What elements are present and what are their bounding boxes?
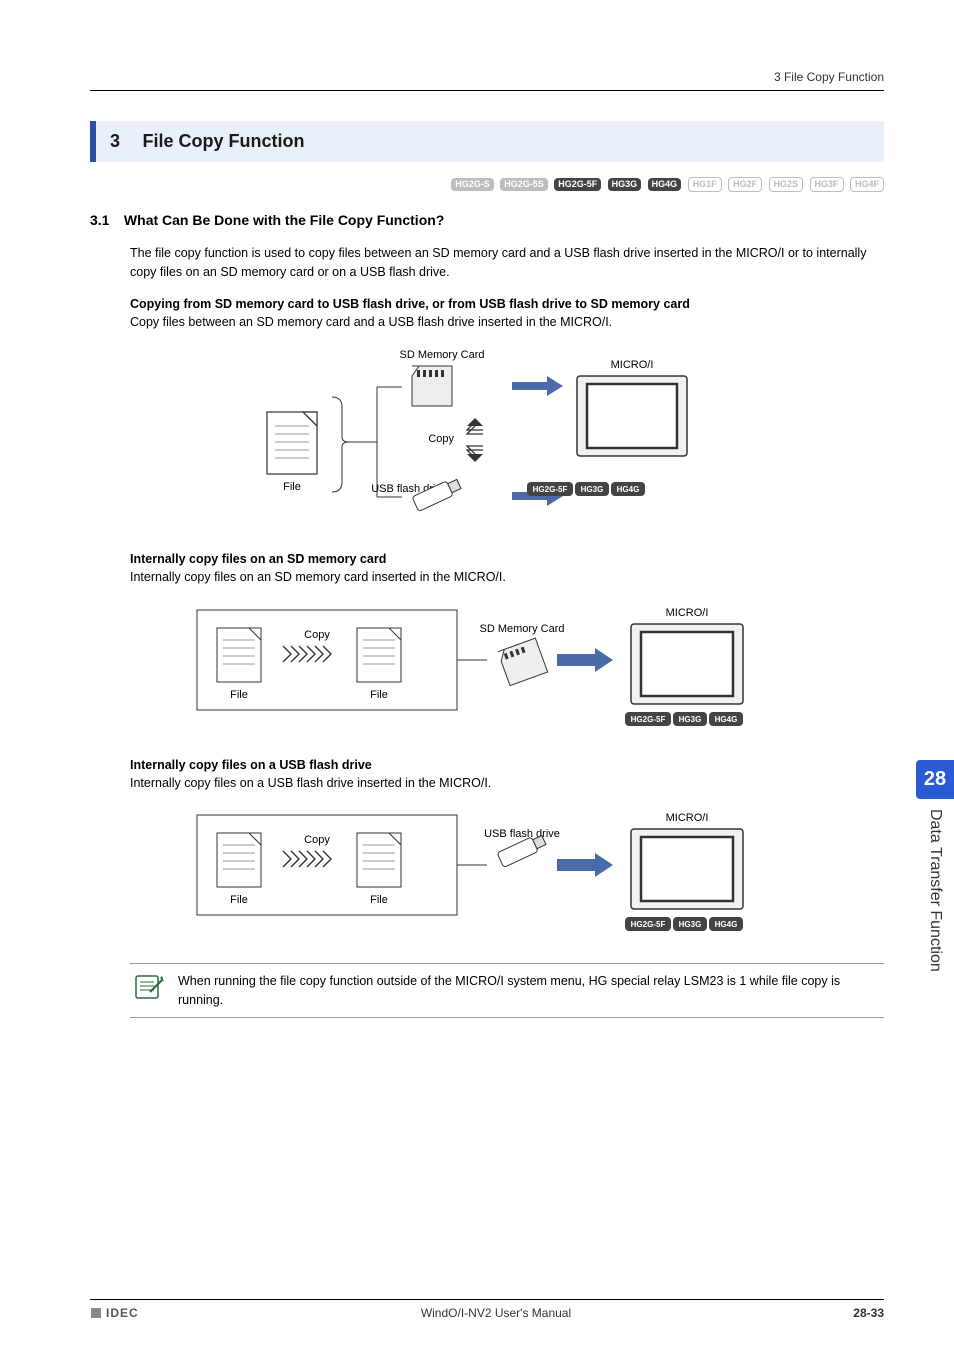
breadcrumb: 3 File Copy Function xyxy=(90,70,884,84)
micro-i-icon xyxy=(631,829,743,909)
micro-i-icon xyxy=(631,624,743,704)
file-icon xyxy=(357,628,401,682)
sd-label: SD Memory Card xyxy=(400,349,485,361)
svg-text:HG2G-5F: HG2G-5F xyxy=(533,485,568,494)
file-icon xyxy=(357,833,401,887)
diagram-usb-internal: File Copy File USB flash drive MICRO/I xyxy=(90,803,884,943)
diagram-sd-internal: File Copy File SD Memory Card M xyxy=(90,598,884,738)
badge-hg2g-5f: HG2G-5F xyxy=(554,178,601,191)
badge-hg4f: HG4F xyxy=(850,177,884,192)
svg-text:HG3G: HG3G xyxy=(581,485,604,494)
subsection-number: 3.1 xyxy=(90,212,109,228)
heading-sd-internal: Internally copy files on an SD memory ca… xyxy=(130,552,884,566)
file2-label: File xyxy=(370,689,388,701)
footer-title: WindO/I-NV2 User's Manual xyxy=(421,1306,571,1320)
file-icon xyxy=(267,412,317,474)
subsection-heading: What Can Be Done with the File Copy Func… xyxy=(124,212,444,228)
desc-sd-internal: Internally copy files on an SD memory ca… xyxy=(130,568,884,587)
copy-arrow-icon xyxy=(467,418,483,462)
copy-label: Copy xyxy=(428,433,454,445)
svg-text:HG4G: HG4G xyxy=(715,715,738,724)
footer-brand: IDEC xyxy=(90,1306,139,1320)
heading-sd-usb: Copying from SD memory card to USB flash… xyxy=(130,297,884,311)
chapter-number: 28 xyxy=(916,760,954,799)
section-number: 3 xyxy=(110,131,120,151)
svg-text:HG3G: HG3G xyxy=(679,715,702,724)
note-text: When running the file copy function outs… xyxy=(178,972,876,1010)
badge-hg1f: HG1F xyxy=(688,177,722,192)
badge-hg4g: HG4G xyxy=(648,178,682,191)
desc-usb-internal: Internally copy files on a USB flash dri… xyxy=(130,774,884,793)
file2-label: File xyxy=(370,894,388,906)
file1-label: File xyxy=(230,894,248,906)
note-icon xyxy=(130,972,166,1007)
section-title-bar: 3 File Copy Function xyxy=(90,121,884,162)
svg-text:HG3G: HG3G xyxy=(679,920,702,929)
diagram2-badges: HG2G-5F HG3G HG4G xyxy=(625,712,743,726)
copy-chevrons-icon xyxy=(283,646,331,662)
file1-label: File xyxy=(230,689,248,701)
arrow-right-icon xyxy=(512,376,563,396)
sd-card-icon xyxy=(412,366,452,406)
badge-hg2f: HG2F xyxy=(728,177,762,192)
svg-text:HG4G: HG4G xyxy=(617,485,640,494)
sd-card-icon xyxy=(498,638,548,686)
diagram-sd-usb: File SD Memory Card Copy xyxy=(90,342,884,532)
file-icon xyxy=(217,833,261,887)
footer-rule xyxy=(90,1299,884,1300)
section-title: File Copy Function xyxy=(142,131,304,151)
svg-text:HG2G-5F: HG2G-5F xyxy=(631,715,666,724)
brand-square-icon xyxy=(90,1307,102,1319)
heading-usb-internal: Internally copy files on a USB flash dri… xyxy=(130,758,884,772)
arrow-right-icon xyxy=(557,853,613,877)
chapter-label: Data Transfer Function xyxy=(926,799,944,972)
badge-hg2g-5s: HG2G-5S xyxy=(500,178,548,191)
footer-page-number: 28-33 xyxy=(853,1306,884,1320)
header-rule xyxy=(90,90,884,91)
badge-hg3f: HG3F xyxy=(810,177,844,192)
usb-label: USB flash drive xyxy=(484,828,560,840)
badge-hg2g-s: HG2G-S xyxy=(451,178,494,191)
arrow-right-icon xyxy=(557,648,613,672)
micro-label: MICRO/I xyxy=(611,359,654,371)
micro-label: MICRO/I xyxy=(666,607,709,619)
diagram3-badges: HG2G-5F HG3G HG4G xyxy=(625,917,743,931)
svg-text:HG2G-5F: HG2G-5F xyxy=(631,920,666,929)
badge-hg3g: HG3G xyxy=(608,178,642,191)
usb-drive-icon xyxy=(412,477,462,512)
sd-label: SD Memory Card xyxy=(480,623,565,635)
intro-text: The file copy function is used to copy f… xyxy=(130,244,884,283)
chapter-tab: 28 Data Transfer Function xyxy=(916,760,954,972)
copy-label: Copy xyxy=(304,629,330,641)
badge-hg2s: HG2S xyxy=(769,177,804,192)
page-footer: IDEC WindO/I-NV2 User's Manual 28-33 xyxy=(90,1299,884,1320)
micro-i-icon xyxy=(577,376,687,456)
file-label: File xyxy=(283,481,301,493)
subsection-3-1: 3.1 What Can Be Done with the File Copy … xyxy=(90,212,884,230)
diagram1-badges: HG2G-5F HG3G HG4G xyxy=(527,482,645,496)
desc-sd-usb: Copy files between an SD memory card and… xyxy=(130,313,884,332)
note-box: When running the file copy function outs… xyxy=(130,963,884,1019)
model-badge-row: HG2G-S HG2G-5S HG2G-5F HG3G HG4G HG1F HG… xyxy=(90,176,884,194)
file-icon xyxy=(217,628,261,682)
svg-text:HG4G: HG4G xyxy=(715,920,738,929)
copy-label: Copy xyxy=(304,834,330,846)
copy-chevrons-icon xyxy=(283,851,331,867)
micro-label: MICRO/I xyxy=(666,812,709,824)
